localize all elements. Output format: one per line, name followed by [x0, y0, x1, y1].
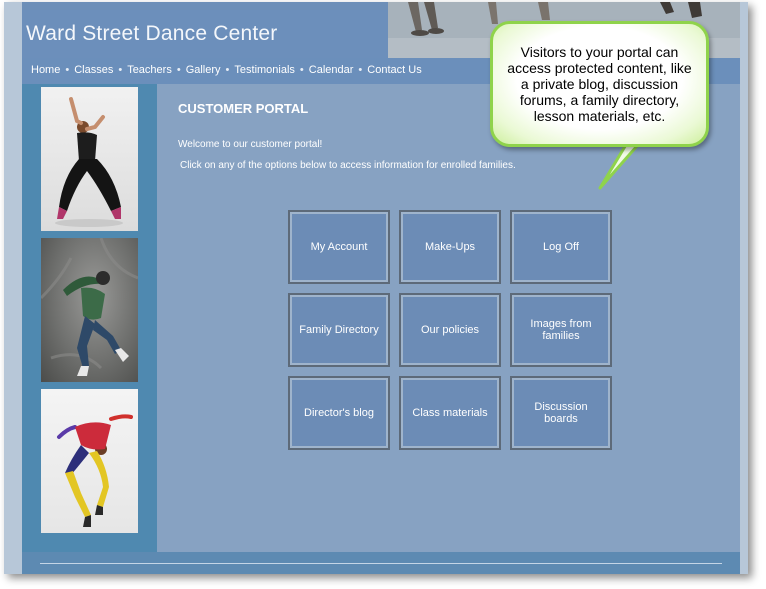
page-title: CUSTOMER PORTAL [178, 101, 309, 116]
dancer-photo-2 [41, 238, 138, 382]
nav-separator: • [358, 64, 363, 76]
nav-separator: • [176, 64, 181, 76]
dancer-figure-3 [57, 414, 133, 527]
dancer-photo-3 [41, 389, 138, 533]
tile-my-account[interactable]: My Account [288, 210, 390, 284]
tile-make-ups[interactable]: Make-Ups [399, 210, 501, 284]
nav-contact-us[interactable]: Contact Us [367, 64, 421, 76]
tile-images-from-families[interactable]: Images from families [510, 293, 612, 367]
nav-separator: • [299, 64, 304, 76]
nav-separator: • [225, 64, 230, 76]
nav-testimonials[interactable]: Testimonials [234, 64, 295, 76]
callout-bubble: Visitors to your portal can access prote… [490, 21, 709, 147]
nav-classes[interactable]: Classes [74, 64, 113, 76]
dancer-figure-1 [55, 97, 123, 227]
nav-teachers[interactable]: Teachers [127, 64, 172, 76]
dancer-figure-2 [41, 238, 138, 376]
nav-calendar[interactable]: Calendar [309, 64, 354, 76]
tile-log-off[interactable]: Log Off [510, 210, 612, 284]
nav-home[interactable]: Home [31, 64, 60, 76]
nav-separator: • [65, 64, 70, 76]
tile-directors-blog[interactable]: Director's blog [288, 376, 390, 450]
footer-divider [40, 563, 722, 564]
site-title[interactable]: Ward Street Dance Center [26, 22, 277, 46]
tile-discussion-boards[interactable]: Discussion boards [510, 376, 612, 450]
tile-class-materials[interactable]: Class materials [399, 376, 501, 450]
tile-family-directory[interactable]: Family Directory [288, 293, 390, 367]
footer [22, 552, 740, 574]
welcome-text: Welcome to our customer portal! [178, 139, 323, 150]
nav-gallery[interactable]: Gallery [186, 64, 221, 76]
dancer-photo-1 [41, 87, 138, 231]
tile-our-policies[interactable]: Our policies [399, 293, 501, 367]
instruction-text: Click on any of the options below to acc… [180, 160, 516, 171]
main-nav: Home • Classes • Teachers • Gallery • Testimonia… [31, 64, 422, 76]
nav-separator: • [118, 64, 123, 76]
